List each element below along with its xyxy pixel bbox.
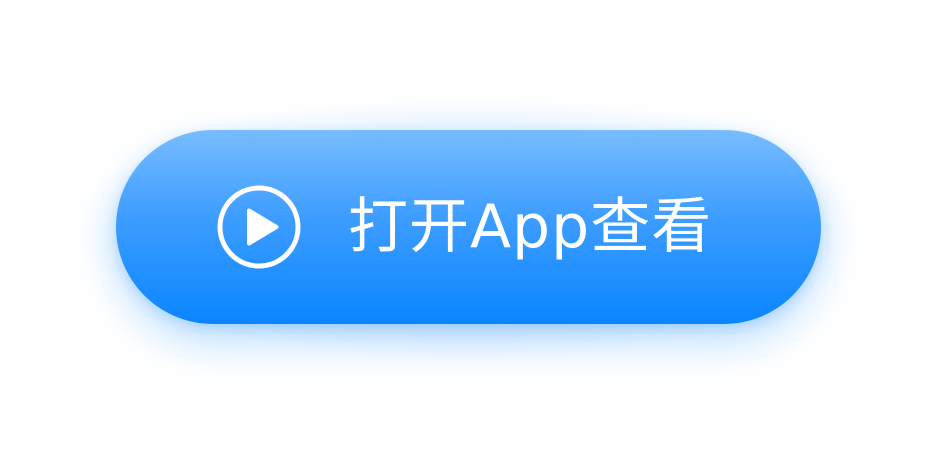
button-label: 打开App查看 (348, 192, 713, 262)
canvas: 打开App查看 (0, 0, 936, 455)
play-circle-icon (217, 185, 301, 269)
open-app-button[interactable]: 打开App查看 (116, 130, 821, 324)
